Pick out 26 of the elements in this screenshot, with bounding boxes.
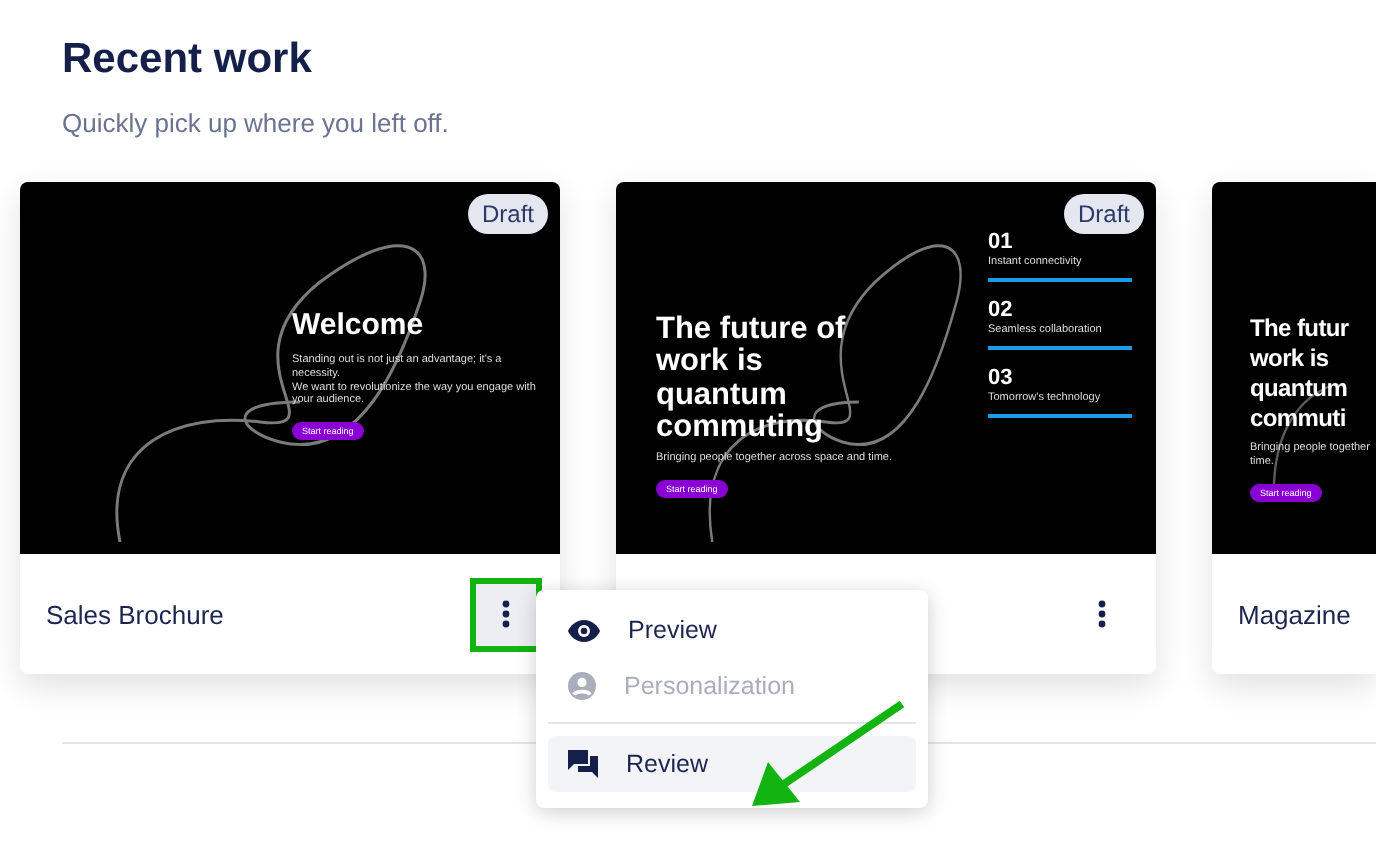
slide-title: commuting (656, 411, 826, 445)
slide-title: quantum (656, 379, 789, 412)
more-icon (1098, 600, 1106, 628)
page-title: Recent work (62, 36, 314, 84)
agenda-number: 02 (988, 298, 1015, 322)
agenda-number: 03 (988, 366, 1015, 390)
slide-title: work is (1250, 344, 1331, 374)
eye-icon (568, 619, 600, 641)
page-subtitle: Quickly pick up where you left off. (62, 108, 451, 138)
draft-badge: Draft (467, 194, 548, 234)
slide-title: commuti (1250, 404, 1348, 434)
agenda-number: 01 (988, 230, 1015, 254)
slide-title: work is (656, 346, 765, 380)
chat-icon (568, 750, 598, 778)
document-name: Sales Brochure (46, 599, 224, 629)
more-options-button[interactable] (476, 583, 536, 645)
slide-title: Welcome (292, 310, 426, 342)
document-name: Magazine (1238, 599, 1351, 629)
slide-title: The future of (656, 314, 848, 347)
draft-badge: Draft (1063, 194, 1144, 234)
menu-item[interactable]: Review (548, 736, 916, 792)
person-icon (568, 672, 596, 700)
slide-title: The futur (1250, 314, 1351, 344)
more-icon (502, 600, 510, 628)
slide-title: quantum (1250, 374, 1350, 404)
menu-item[interactable]: Preview (548, 602, 916, 658)
